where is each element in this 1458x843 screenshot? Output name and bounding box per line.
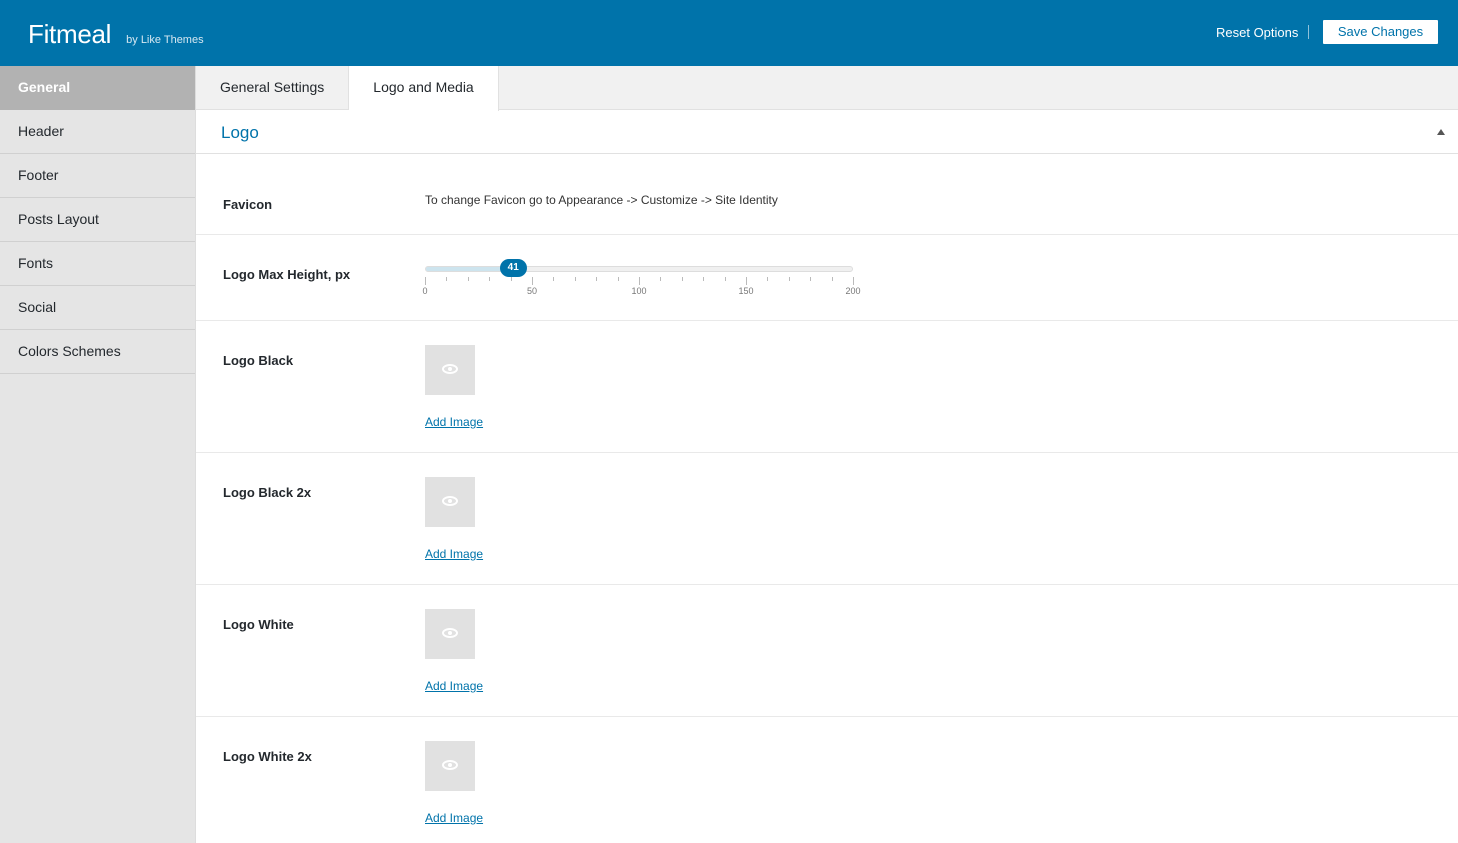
slider-major-tick <box>532 277 533 285</box>
sidebar-item-general[interactable]: General <box>0 66 195 110</box>
slider-minor-tick <box>831 277 833 281</box>
tab-bar: General Settings Logo and Media <box>196 66 1458 111</box>
slider-major-tick <box>746 277 747 285</box>
sidebar-item-social[interactable]: Social <box>0 286 195 330</box>
section-header-logo[interactable]: Logo <box>196 110 1458 154</box>
slider-minor-tick <box>553 277 555 281</box>
logo-white-add-image-link[interactable]: Add Image <box>425 679 483 693</box>
tab-general-settings[interactable]: General Settings <box>196 66 350 110</box>
slider-minor-tick <box>596 277 598 281</box>
slider-minor-tick <box>467 277 469 281</box>
brand: Fitmeal by Like Themes <box>28 19 204 50</box>
slider-major-tick <box>425 277 426 285</box>
slider-tick-label: 50 <box>526 286 538 296</box>
logo-white-2x-label: Logo White 2x <box>223 749 312 764</box>
triangle-up-icon[interactable] <box>1437 129 1445 135</box>
logo-black-preview <box>425 345 475 395</box>
tab-logo-and-media[interactable]: Logo and Media <box>349 66 499 111</box>
logo-black-row: Logo Black Add Image <box>196 321 1458 453</box>
slider-minor-tick <box>681 277 683 281</box>
slider-minor-tick <box>788 277 790 281</box>
slider-major-tick <box>639 277 640 285</box>
sidebar-item-colors-schemes[interactable]: Colors Schemes <box>0 330 195 374</box>
slider-minor-tick <box>724 277 726 281</box>
slider-major-tick <box>853 277 854 285</box>
reset-options-link[interactable]: Reset Options <box>1216 25 1298 40</box>
logo-white-2x-preview <box>425 741 475 791</box>
app-title: Fitmeal <box>28 19 112 49</box>
main-panel: General Settings Logo and Media Logo Fav… <box>196 66 1458 843</box>
logo-black-2x-preview <box>425 477 475 527</box>
sidebar-item-posts-layout[interactable]: Posts Layout <box>0 198 195 242</box>
eye-icon <box>442 628 458 638</box>
slider-minor-tick <box>446 277 448 281</box>
logo-white-2x-add-image-link[interactable]: Add Image <box>425 811 483 825</box>
slider-minor-tick <box>489 277 491 281</box>
slider-minor-tick <box>660 277 662 281</box>
logo-white-label: Logo White <box>223 617 294 632</box>
eye-icon <box>442 760 458 770</box>
logo-black-2x-row: Logo Black 2x Add Image <box>196 453 1458 585</box>
header-separator <box>1308 25 1309 39</box>
save-changes-button[interactable]: Save Changes <box>1322 19 1439 45</box>
section-title: Logo <box>221 123 259 142</box>
app-byline: by Like Themes <box>126 34 204 46</box>
favicon-row: Favicon To change Favicon go to Appearan… <box>196 155 1458 235</box>
logo-black-2x-add-image-link[interactable]: Add Image <box>425 547 483 561</box>
logo-white-row: Logo White Add Image <box>196 585 1458 717</box>
slider-minor-tick <box>810 277 812 281</box>
eye-icon <box>442 364 458 374</box>
slider-minor-tick <box>574 277 576 281</box>
slider-tick-label: 200 <box>845 286 861 296</box>
sidebar-item-footer[interactable]: Footer <box>0 154 195 198</box>
eye-icon <box>442 496 458 506</box>
logo-max-height-row: Logo Max Height, px 0 50 100 150 200 41 <box>196 235 1458 321</box>
logo-black-add-image-link[interactable]: Add Image <box>425 415 483 429</box>
logo-max-height-label: Logo Max Height, px <box>223 267 351 282</box>
slider-minor-tick <box>703 277 705 281</box>
logo-black-label: Logo Black <box>223 353 294 368</box>
slider-minor-tick <box>767 277 769 281</box>
sidebar: General Header Footer Posts Layout Fonts… <box>0 66 196 843</box>
slider-minor-tick <box>510 277 512 281</box>
slider-tick-label: 100 <box>631 286 647 296</box>
logo-black-2x-label: Logo Black 2x <box>223 485 312 500</box>
favicon-label: Favicon <box>223 197 273 212</box>
slider-tick-label: 0 <box>422 286 428 296</box>
logo-white-2x-row: Logo White 2x Add Image <box>196 717 1458 843</box>
favicon-note: To change Favicon go to Appearance -> Cu… <box>425 193 778 207</box>
sidebar-item-fonts[interactable]: Fonts <box>0 242 195 286</box>
slider-minor-tick <box>617 277 619 281</box>
slider-handle[interactable]: 41 <box>499 259 527 277</box>
logo-max-height-slider[interactable] <box>425 266 853 272</box>
slider-tick-label: 150 <box>738 286 754 296</box>
logo-white-preview <box>425 609 475 659</box>
top-bar: Fitmeal by Like Themes Reset Options Sav… <box>0 0 1458 66</box>
sidebar-item-header[interactable]: Header <box>0 110 195 154</box>
